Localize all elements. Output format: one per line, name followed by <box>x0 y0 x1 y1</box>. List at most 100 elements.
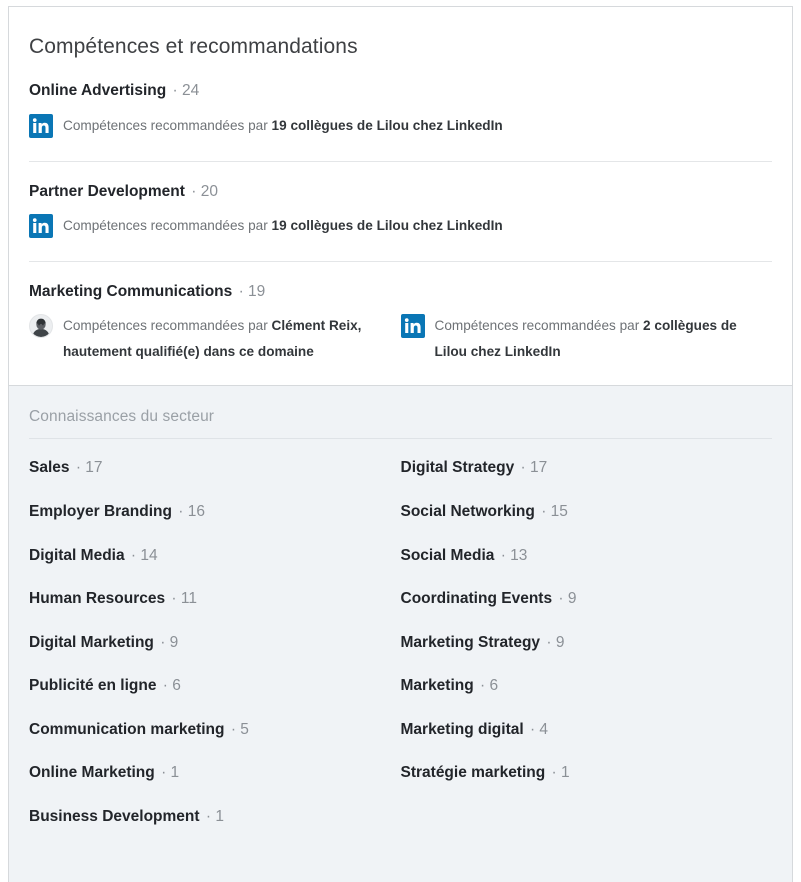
skill-name: Marketing Communications <box>29 282 233 300</box>
endorsement-badge <box>400 314 425 339</box>
industry-knowledge-title: Connaissances du secteur <box>29 408 215 426</box>
skill-divider <box>29 160 772 162</box>
skill-divider <box>29 260 772 262</box>
industry-skill-name: Stratégie marketing <box>400 764 546 782</box>
endorsement-suffix: hautement qualifié(e) dans ce domaine <box>63 344 314 360</box>
industry-skill-count: · 14 <box>130 546 158 564</box>
endorsement-highlight: 2 collègues de <box>643 318 737 334</box>
industry-skill-item[interactable]: Marketing · 6 <box>401 677 773 696</box>
industry-skill-item[interactable]: Digital Media · 14 <box>29 547 401 566</box>
endorsements-section: Compétences et recommandations Online Ad… <box>9 7 792 386</box>
industry-skill-item[interactable]: Employer Branding · 16 <box>29 503 401 522</box>
skill-endorsement-count: · 19 <box>238 282 266 300</box>
industry-skill-name: Marketing digital <box>400 720 524 738</box>
industry-skill-item[interactable]: Business Development · 1 <box>29 808 401 827</box>
endorsed-skill-block: Partner Development · 20 Compétences reco… <box>9 182 792 241</box>
endorsement-prefix: Compétences recommandées par <box>63 217 272 233</box>
industry-skill-name: Digital Media <box>29 546 125 564</box>
endorsement-badge <box>29 213 53 238</box>
endorsement-prefix: Compétences recommandées par <box>63 117 272 133</box>
industry-knowledge-section: Connaissances du secteur Sales · 17 Digit… <box>9 386 792 882</box>
skill-heading[interactable]: Partner Development · 20 <box>29 182 772 201</box>
page-title: Compétences et recommandations <box>29 35 358 58</box>
industry-skill-name: Publicité en ligne <box>29 677 157 695</box>
industry-skill-item[interactable]: Social Media · 13 <box>401 547 773 566</box>
industry-skill-name: Digital Strategy <box>400 459 515 477</box>
industry-skill-count: · 9 <box>546 633 565 651</box>
industry-skill-count: · 6 <box>162 677 181 695</box>
industry-skill-count: · 9 <box>558 590 577 608</box>
endorsement-row-group: Compétences recommandées par 19 collègue… <box>29 113 772 141</box>
industry-skill-name: Employer Branding <box>29 502 172 520</box>
skill-heading[interactable]: Online Advertising · 24 <box>29 81 772 100</box>
endorsement-prefix: Compétences recommandées par <box>434 318 644 334</box>
industry-skill-name: Human Resources <box>29 590 166 608</box>
endorsement-row-group: Compétences recommandées par Clément Rei… <box>29 313 772 367</box>
industry-skill-count: · 13 <box>500 546 528 564</box>
endorsement-row-group: Compétences recommandées par 19 collègue… <box>29 213 772 241</box>
industry-skill-item[interactable]: Digital Strategy · 17 <box>401 459 773 478</box>
endorsement-badge <box>29 113 53 138</box>
industry-skill-item[interactable]: Digital Marketing · 9 <box>29 634 401 653</box>
industry-skill-item[interactable]: Sales · 17 <box>29 459 401 478</box>
industry-skill-item[interactable]: Marketing Strategy · 9 <box>401 634 773 653</box>
linkedin-logo-icon <box>29 113 53 138</box>
endorsement-highlight: 19 collègues de Lilou chez LinkedIn <box>271 117 503 133</box>
endorsement-text: Compétences recommandées par Clément Rei… <box>63 313 391 365</box>
skill-heading[interactable]: Marketing Communications · 19 <box>29 282 772 301</box>
industry-skill-item[interactable]: Coordinating Events · 9 <box>401 590 773 609</box>
industry-skill-count: · 16 <box>178 502 205 520</box>
industry-skill-item[interactable]: Online Marketing · 1 <box>29 764 401 783</box>
industry-skill-count: · 11 <box>171 590 197 608</box>
endorsement-row[interactable]: Compétences recommandées par Clément Rei… <box>29 313 401 365</box>
industry-skill-grid: Sales · 17 Digital Strategy · 17 Employer … <box>29 459 772 851</box>
industry-title-divider <box>29 438 772 440</box>
industry-skill-name: Social Media <box>400 546 495 564</box>
industry-skill-count: · 6 <box>480 677 499 695</box>
endorsement-prefix: Compétences recommandées par <box>63 318 272 334</box>
endorsement-row[interactable]: Compétences recommandées par 2 collègues… <box>400 313 773 365</box>
skill-endorsement-count: · 24 <box>172 82 200 100</box>
industry-skill-name: Marketing <box>400 677 474 695</box>
endorsement-highlight: Clément Reix, <box>271 318 362 334</box>
industry-skill-name: Communication marketing <box>29 720 225 738</box>
endorsement-row[interactable]: Compétences recommandées par 19 collègue… <box>29 213 772 239</box>
section-bottom-spacer <box>9 367 792 385</box>
skill-endorsement-count: · 20 <box>191 182 218 200</box>
industry-skill-item[interactable]: Human Resources · 11 <box>29 590 401 609</box>
industry-skill-count: · 1 <box>551 764 570 782</box>
endorsement-suffix: Lilou chez LinkedIn <box>434 344 561 360</box>
industry-skill-count: · 1 <box>161 764 180 782</box>
industry-skill-count: · 1 <box>205 808 224 826</box>
endorsement-text: Compétences recommandées par 2 collègues… <box>435 313 763 365</box>
industry-skill-name: Coordinating Events <box>400 590 553 608</box>
endorsed-skill-block: Marketing Communications · 19 Compétences… <box>9 282 792 367</box>
industry-skill-item[interactable]: Communication marketing · 5 <box>29 721 401 740</box>
endorsed-skill-list: Online Advertising · 24 Compétences recom… <box>9 81 792 385</box>
industry-skill-item[interactable]: Social Networking · 15 <box>401 503 773 522</box>
industry-skill-item[interactable]: Publicité en ligne · 6 <box>29 677 401 696</box>
skill-name: Partner Development <box>29 182 185 200</box>
endorsement-highlight: 19 collègues de Lilou chez LinkedIn <box>271 217 503 233</box>
industry-skill-count: · 4 <box>529 720 549 738</box>
endorsement-badge <box>29 314 53 339</box>
industry-skill-name: Marketing Strategy <box>400 633 541 651</box>
industry-skill-name: Online Marketing <box>29 764 155 782</box>
linkedin-logo-icon <box>29 213 53 238</box>
endorsed-skill-block: Online Advertising · 24 Compétences recom… <box>9 81 792 140</box>
industry-skill-item[interactable]: Stratégie marketing · 1 <box>401 764 773 783</box>
endorsement-text: Compétences recommandées par 19 collègue… <box>63 113 503 139</box>
industry-skill-name: Digital Marketing <box>29 633 154 651</box>
industry-skill-item[interactable]: Marketing digital · 4 <box>401 721 773 740</box>
endorsement-row[interactable]: Compétences recommandées par 19 collègue… <box>29 113 772 139</box>
industry-skill-count: · 15 <box>541 502 568 520</box>
industry-skill-count: · 17 <box>75 459 103 477</box>
industry-skill-name: Sales <box>29 459 70 477</box>
skill-name: Online Advertising <box>29 82 167 100</box>
endorsement-text: Compétences recommandées par 19 collègue… <box>63 213 503 239</box>
avatar[interactable] <box>29 314 53 339</box>
industry-skill-count: · 5 <box>230 720 249 738</box>
skills-and-endorsements-card: Compétences et recommandations Online Ad… <box>8 6 793 882</box>
industry-skill-count: · 9 <box>160 633 179 651</box>
industry-skill-name: Business Development <box>29 808 200 826</box>
